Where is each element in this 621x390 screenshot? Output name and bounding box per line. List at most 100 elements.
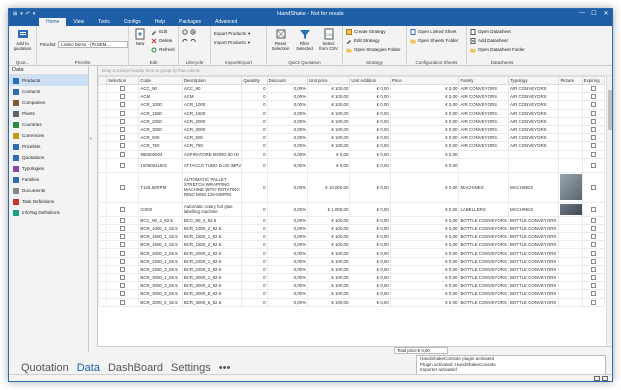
table-row[interactable]: BCR_1500_1_82.5 BCR_1500_1_82.5 0 0,00% € 10… — [97, 232, 606, 242]
table-row[interactable]: BCR_1000_4_82.5 BCR_1000_4_82.5 0 0,00% € 10… — [97, 223, 606, 234]
selection-checkbox[interactable] — [106, 133, 140, 143]
cell-description[interactable]: ACR_1500 — [181, 108, 243, 118]
open-datasheet-folder-button[interactable]: Open Datasheet Folder — [470, 46, 525, 53]
tab-home[interactable]: Home — [39, 18, 67, 26]
expiring-checkbox[interactable] — [581, 124, 606, 135]
table-row[interactable]: ACR_3000 ACR_3000 0 0,00% € 100,00 € 0,00 € 0,… — [97, 124, 606, 135]
table-row[interactable]: BCR_2250_1_82.5 BCR_2250_1_82.5 0 0,00% € 10… — [97, 256, 606, 266]
expiring-checkbox[interactable] — [581, 157, 606, 173]
table-row[interactable]: ACR_500 ACR_500 0 0,00% € 100,00 € 0,00 € 0,00… — [97, 133, 606, 143]
new-button[interactable]: New — [132, 28, 148, 59]
cell-unit-addition[interactable]: € 0,00 — [349, 256, 391, 266]
row-indicator[interactable] — [97, 116, 108, 126]
lifecycle-back-button[interactable] — [182, 37, 196, 44]
cell-typology[interactable]: MACHINES — [507, 171, 560, 203]
cell-price[interactable]: € 0,00 — [389, 297, 460, 307]
open-datasheet-button[interactable]: Open Datasheet — [470, 28, 525, 35]
cell-discount[interactable]: 0,00% — [266, 124, 309, 135]
table-row[interactable]: BCC_90_4_82.5 BCC_90_4_82.5 0 0,00% € 100,00… — [97, 215, 606, 225]
selection-checkbox[interactable] — [106, 149, 140, 159]
cell-family[interactable]: AIR CONVEYORS — [458, 83, 509, 94]
cell-quantity[interactable]: 0 — [241, 83, 268, 94]
table-row[interactable]: 955000004 ASPIRATORE MORO 50 Hz 0 0,00% € 0,… — [97, 149, 606, 159]
cell-code[interactable]: BCR_1500_4_82.5 — [138, 240, 183, 250]
refresh-button[interactable]: Refresh — [151, 46, 175, 53]
selection-checkbox[interactable] — [106, 272, 140, 283]
cell-unit-addition[interactable]: € 0,00 — [349, 133, 391, 143]
cell-price[interactable]: € 0,00 — [389, 124, 460, 135]
cell-discount[interactable]: 0,00% — [266, 281, 309, 291]
cell-family[interactable]: BOTTLE CONVEYORS — [458, 281, 509, 291]
cell-price[interactable]: € 0,00 — [389, 281, 460, 291]
cell-quantity[interactable]: 0 — [241, 100, 268, 110]
expiring-checkbox[interactable] — [581, 133, 606, 143]
cell-unit-addition[interactable]: € 0,00 — [349, 289, 391, 299]
cell-price[interactable]: € 0,00 — [389, 157, 460, 173]
sidebar-item-products[interactable]: Products — [9, 75, 88, 86]
selection-checkbox[interactable] — [106, 108, 140, 118]
reset-selection-button[interactable]: Reset Selection — [270, 28, 291, 59]
selection-checkbox[interactable] — [106, 171, 140, 203]
cell-discount[interactable]: 0,00% — [266, 201, 309, 217]
row-indicator[interactable] — [97, 201, 108, 217]
cell-code[interactable]: 10050041501 — [138, 157, 183, 173]
cell-price[interactable]: € 0,00 — [389, 100, 460, 110]
table-row[interactable]: BCR_2250_3_82.5 BCR_2250_3_82.5 0 0,00% € 10… — [97, 264, 606, 275]
cell-price[interactable]: € 0,00 — [389, 201, 460, 217]
expiring-checkbox[interactable] — [581, 108, 606, 118]
cell-discount[interactable]: 0,00% — [266, 149, 309, 159]
row-indicator[interactable] — [97, 171, 108, 203]
cell-unit-addition[interactable]: € 0,00 — [349, 264, 391, 275]
cell-typology[interactable]: AIR CONVEYORS — [507, 141, 560, 151]
cell-description[interactable]: BCR_3000_1_82.5 — [181, 272, 243, 283]
cell-code[interactable]: T126.50RPM — [138, 171, 183, 203]
column-header-description[interactable]: Description — [181, 76, 243, 85]
selection-checkbox[interactable] — [106, 201, 140, 217]
cell-discount[interactable]: 0,00% — [266, 232, 309, 242]
cell-price[interactable]: € 0,00 — [389, 248, 460, 258]
selection-checkbox[interactable] — [106, 248, 140, 258]
column-header-unit-addition[interactable]: Unit Addition — [349, 76, 391, 85]
cell-unit-addition[interactable]: € 0,00 — [349, 232, 391, 242]
cell-unit-addition[interactable]: € 0,00 — [349, 248, 391, 258]
cell-discount[interactable]: 0,00% — [266, 133, 309, 143]
cell-unit-addition[interactable]: € 0,00 — [349, 108, 391, 118]
cell-price[interactable]: € 0,00 — [389, 215, 460, 225]
cell-discount[interactable]: 0,00% — [266, 256, 309, 266]
cell-quantity[interactable]: 0 — [241, 201, 268, 217]
cell-unit-price[interactable]: € 100,00 — [307, 215, 351, 225]
cell-unit-addition[interactable]: € 0,00 — [349, 272, 391, 283]
expiring-checkbox[interactable] — [581, 297, 606, 307]
expiring-checkbox[interactable] — [581, 248, 606, 258]
cell-description[interactable]: BCR_3000_6_82.5 — [181, 297, 243, 307]
nav-more[interactable]: ••• — [219, 362, 231, 374]
row-indicator[interactable] — [97, 83, 108, 94]
selection-checkbox[interactable] — [106, 256, 140, 266]
row-indicator[interactable] — [97, 141, 108, 151]
selection-checkbox[interactable] — [106, 116, 140, 126]
row-indicator[interactable] — [97, 223, 108, 234]
scrollbar-thumb[interactable] — [608, 90, 612, 130]
table-row[interactable]: ACC_90 ACC_90 0 0,00% € 100,00 € 0,00 € 0,00 AI… — [97, 83, 606, 94]
sidebar-item-task-definitions[interactable]: Task Definitions — [9, 196, 88, 207]
table-row[interactable]: IC002 Automatic rotary hot glue labelling… — [97, 201, 606, 217]
selection-checkbox[interactable] — [106, 157, 140, 173]
chevron-right-icon[interactable]: › — [90, 136, 92, 142]
cell-unit-addition[interactable]: € 0,00 — [349, 149, 391, 159]
cell-quantity[interactable]: 0 — [241, 256, 268, 266]
cell-discount[interactable]: 0,00% — [266, 264, 309, 275]
cell-discount[interactable]: 0,00% — [266, 297, 309, 307]
lifecycle-forward-button[interactable] — [182, 28, 196, 35]
selection-checkbox[interactable] — [106, 297, 140, 307]
expiring-checkbox[interactable] — [581, 272, 606, 283]
column-header-picture[interactable]: Picture — [558, 76, 583, 85]
cell-unit-price[interactable]: € 100,00 — [307, 289, 351, 299]
cell-family[interactable]: BOTTLE CONVEYORS — [458, 232, 509, 242]
vertical-scrollbar[interactable] — [606, 76, 612, 346]
cell-discount[interactable]: 0,00% — [266, 272, 309, 283]
cell-typology[interactable]: BOTTLE CONVEYORS — [507, 272, 560, 283]
cell-typology[interactable]: MACHINES — [507, 201, 560, 217]
tab-configs[interactable]: Configs — [117, 18, 148, 26]
cell-unit-addition[interactable]: € 0,00 — [349, 100, 391, 110]
table-row[interactable]: BCR_3000_4_82.5 BCR_3000_4_82.5 0 0,00% € 10… — [97, 281, 606, 291]
